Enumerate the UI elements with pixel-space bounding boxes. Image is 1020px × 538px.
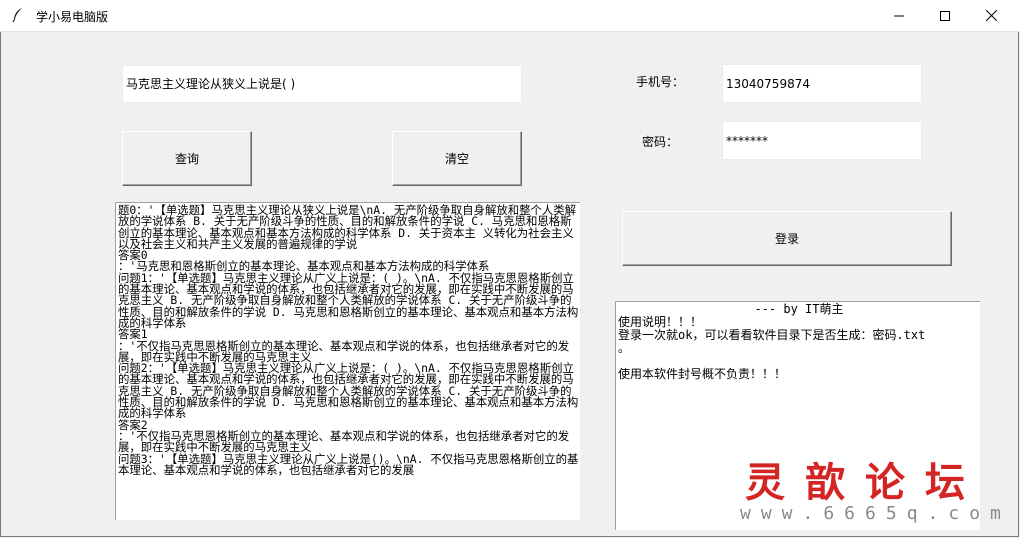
phone-label: 手机号： [636, 75, 685, 89]
title-bar[interactable]: 学小易电脑版 [0, 0, 1020, 32]
search-button[interactable]: 查询 [122, 131, 252, 186]
question-input[interactable]: 马克思主义理论从狭义上说是( ) [122, 65, 522, 103]
clear-button[interactable]: 清空 [392, 131, 522, 186]
watermark-url: www.6665q.com [740, 503, 1011, 524]
maximize-button[interactable] [922, 0, 968, 31]
info-body: 使用说明！！！ 登录一次就ok，可以看看软件目录下是否生成：密码.txt 。 使… [618, 315, 926, 381]
results-textbox[interactable]: 题0：'【单选题】马克思主义理论从狭义上说是\nA. 无产阶级争取自身解放和整个… [115, 202, 580, 520]
close-button[interactable] [968, 0, 1014, 31]
window-title: 学小易电脑版 [36, 10, 109, 24]
password-input[interactable]: ******* [722, 121, 922, 160]
feather-icon [10, 7, 26, 23]
minimize-icon [894, 15, 904, 16]
password-label: 密码： [642, 135, 679, 149]
login-button[interactable]: 登录 [622, 211, 952, 266]
minimize-button[interactable] [876, 0, 922, 31]
maximize-icon [940, 10, 950, 21]
watermark-title: 灵歆论坛 [745, 459, 985, 506]
close-icon [985, 10, 997, 21]
phone-input[interactable]: 13040759874 [722, 64, 922, 103]
